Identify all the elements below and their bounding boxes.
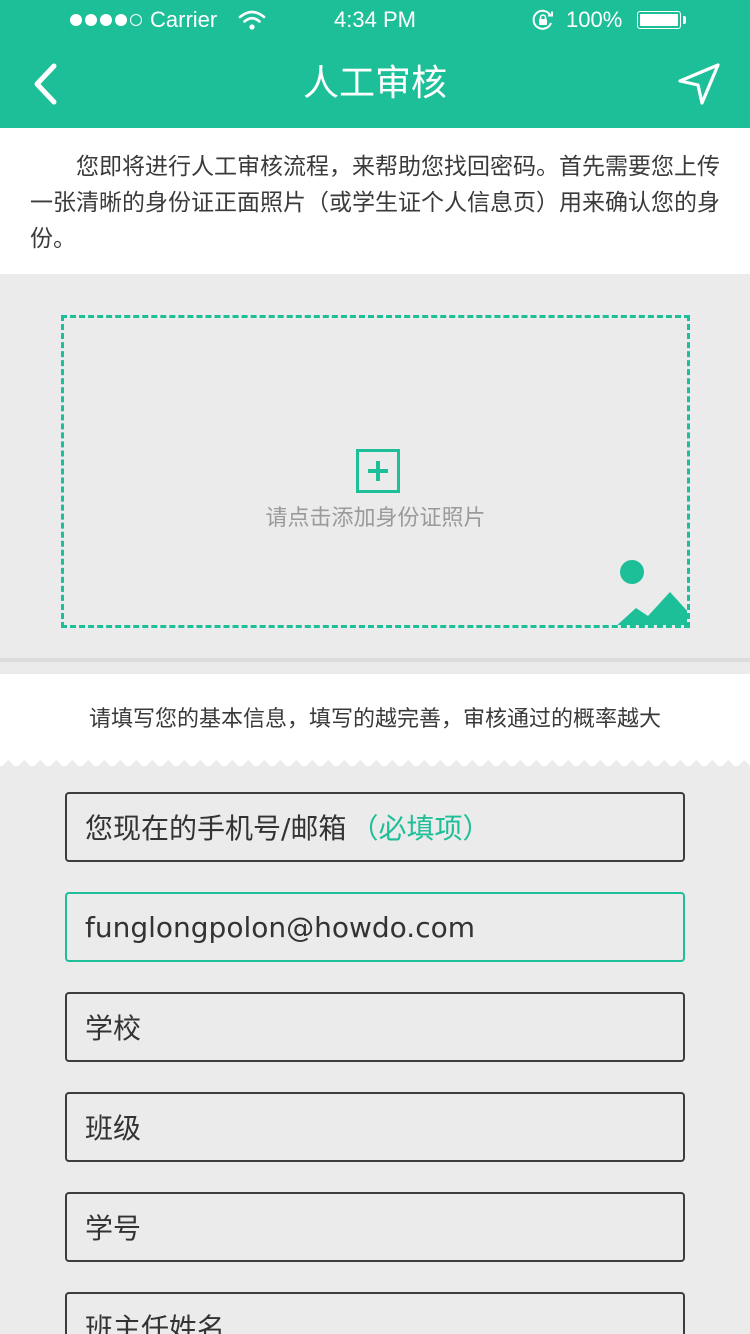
phone-email-field[interactable]: 您现在的手机号/邮箱 （必填项）: [65, 792, 685, 862]
picture-icon: [617, 560, 687, 625]
intro-section: 您即将进行人工审核流程，来帮助您找回密码。首先需要您上传一张清晰的身份证正面照片…: [0, 128, 750, 274]
phone-email-placeholder: 您现在的手机号/邮箱: [85, 812, 347, 845]
section-divider: [0, 658, 750, 662]
send-button[interactable]: [672, 58, 726, 110]
email-value: funglongpolon@howdo.com: [85, 910, 476, 944]
upload-section: 请点击添加身份证照片: [0, 274, 750, 660]
class-placeholder: 班级: [85, 1112, 142, 1145]
student-id-placeholder: 学号: [85, 1212, 142, 1245]
required-tag: （必填项）: [350, 812, 491, 845]
email-value-field[interactable]: funglongpolon@howdo.com: [65, 892, 685, 962]
class-field[interactable]: 班级: [65, 1092, 685, 1162]
intro-text: 您即将进行人工审核流程，来帮助您找回密码。首先需要您上传一张清晰的身份证正面照片…: [30, 154, 720, 252]
zigzag-divider: [0, 754, 750, 766]
upload-hint: 请点击添加身份证照片: [265, 506, 486, 531]
navigation-arrow-icon: [678, 63, 720, 105]
head-teacher-placeholder: 班主任姓名: [85, 1312, 226, 1334]
status-bar: Carrier 4:34 PM 100%: [0, 0, 750, 40]
rotation-lock-icon: [531, 9, 555, 37]
battery-percent: 100%: [566, 7, 623, 32]
id-photo-upload-area[interactable]: 请点击添加身份证照片: [61, 315, 690, 628]
plus-square-icon: [356, 449, 400, 493]
school-placeholder: 学校: [85, 1012, 142, 1045]
battery-level: [640, 14, 678, 26]
info-hint: 请填写您的基本信息，填写的越完善，审核通过的概率越大: [88, 707, 661, 732]
head-teacher-field[interactable]: 班主任姓名: [65, 1292, 685, 1334]
screen: Carrier 4:34 PM 100% 人工审核 您即将进行人工审核流程，来帮…: [0, 0, 750, 1334]
battery-cap: [683, 16, 686, 24]
page-title: 人工审核: [302, 63, 447, 104]
student-id-field[interactable]: 学号: [65, 1192, 685, 1262]
battery-icon: [637, 11, 681, 29]
app-bar: Carrier 4:34 PM 100% 人工审核: [0, 0, 750, 128]
info-section-header: 请填写您的基本信息，填写的越完善，审核通过的概率越大: [0, 674, 750, 754]
school-field[interactable]: 学校: [65, 992, 685, 1062]
